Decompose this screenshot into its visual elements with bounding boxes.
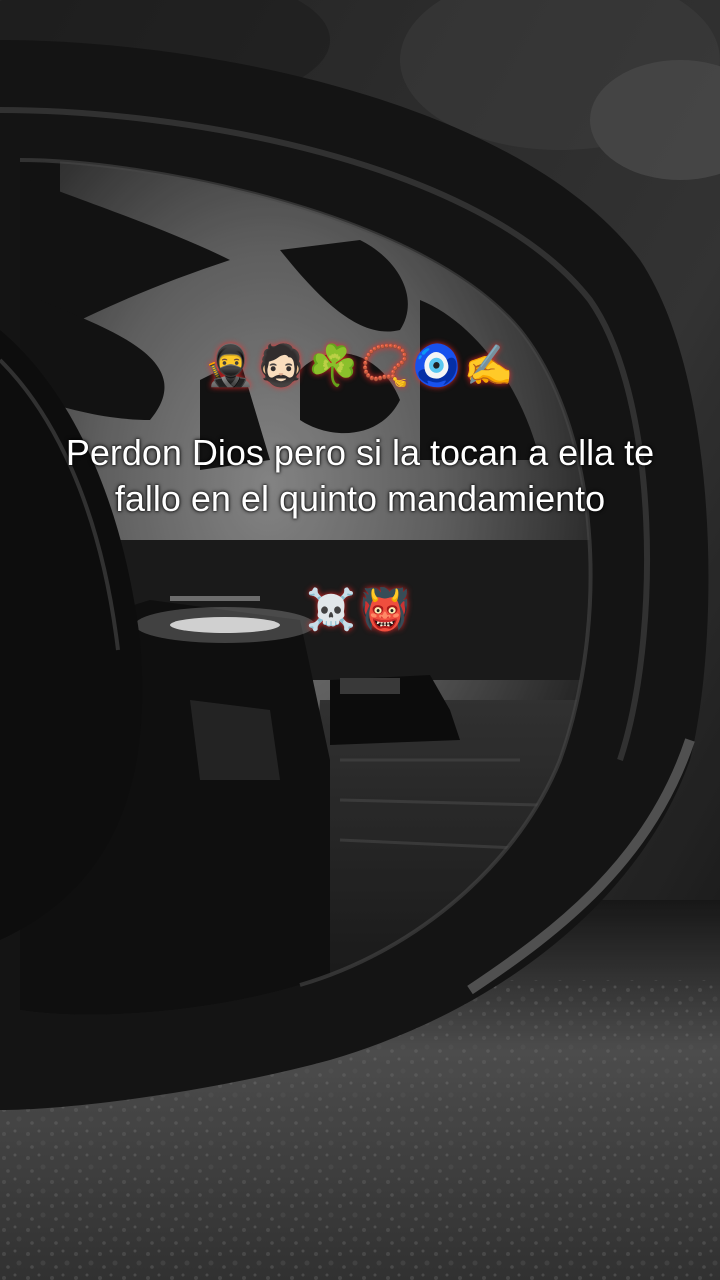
caption-text: Perdon Dios pero si la tocan a ella te f… [65, 432, 655, 519]
emoji-row-bottom: ☠️👹 [306, 587, 414, 633]
background-photo [0, 0, 720, 1280]
emoji-row-top: 🥷🧔🏻☘️📿🧿✍️ [204, 343, 516, 389]
